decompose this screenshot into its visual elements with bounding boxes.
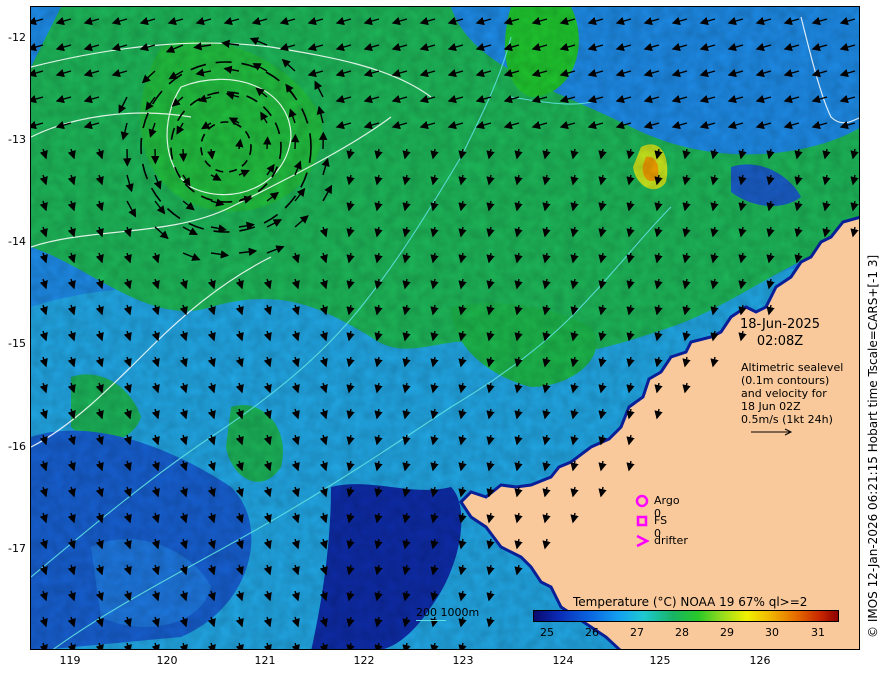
y-label-16: -16: [8, 440, 26, 453]
map-canvas: [31, 7, 859, 649]
desc-line: Altimetric sealevel: [741, 361, 844, 374]
velocity-arrow: [263, 136, 272, 150]
desc-line: and velocity for: [741, 387, 827, 400]
date-text: 18-Jun-2025: [740, 317, 821, 332]
velocity-arrow: [179, 148, 188, 162]
desc-line: 18 Jun 02Z: [741, 400, 801, 413]
side-credit-text: © IMOS 12-Jan-2026 06:21:15 Hobart time …: [866, 254, 880, 638]
y-label-13: -13: [8, 133, 26, 146]
velocity-scale-arrow: [751, 428, 793, 436]
x-label-119: 119: [59, 654, 81, 667]
x-label-125: 125: [649, 654, 671, 667]
x-label-126: 126: [749, 654, 771, 667]
colorbar-tick: 30: [765, 626, 779, 639]
fs-square-icon: [636, 515, 648, 527]
depth-scale-line: [416, 620, 446, 621]
y-label-17: -17: [8, 542, 26, 555]
temperature-colorbar: [533, 610, 839, 622]
y-label-15: -15: [8, 337, 26, 350]
x-label-123: 123: [452, 654, 474, 667]
description-block: Altimetric sealevel (0.1m contours) and …: [741, 361, 843, 436]
argo-circle-icon: [635, 494, 649, 508]
colorbar-tick: 29: [720, 626, 734, 639]
x-label-120: 120: [156, 654, 178, 667]
desc-line: (0.1m contours): [741, 374, 830, 387]
colorbar-tick: 25: [540, 626, 554, 639]
time-text: 02:08Z: [756, 334, 804, 349]
y-label-12: -12: [8, 31, 26, 44]
x-label-124: 124: [552, 654, 574, 667]
x-label-121: 121: [254, 654, 276, 667]
desc-line: 0.5m/s (1kt 24h): [741, 413, 833, 426]
drifter-chevron-icon: [636, 534, 650, 548]
colorbar-tick: 28: [675, 626, 689, 639]
sst-map[interactable]: [30, 6, 860, 650]
date-time-label: 18-Jun-2025 02:08Z: [740, 316, 820, 350]
legend-drifter-label: drifter: [654, 534, 688, 547]
colorbar-title: Temperature (°C) NOAA 19 67% ql>=2: [573, 595, 808, 609]
colorbar-tick: 27: [630, 626, 644, 639]
y-label-14: -14: [8, 235, 26, 248]
depth-scale-label: 200 1000m: [416, 606, 480, 619]
colorbar-tick: 26: [585, 626, 599, 639]
colorbar-tick: 31: [811, 626, 825, 639]
x-label-122: 122: [353, 654, 375, 667]
